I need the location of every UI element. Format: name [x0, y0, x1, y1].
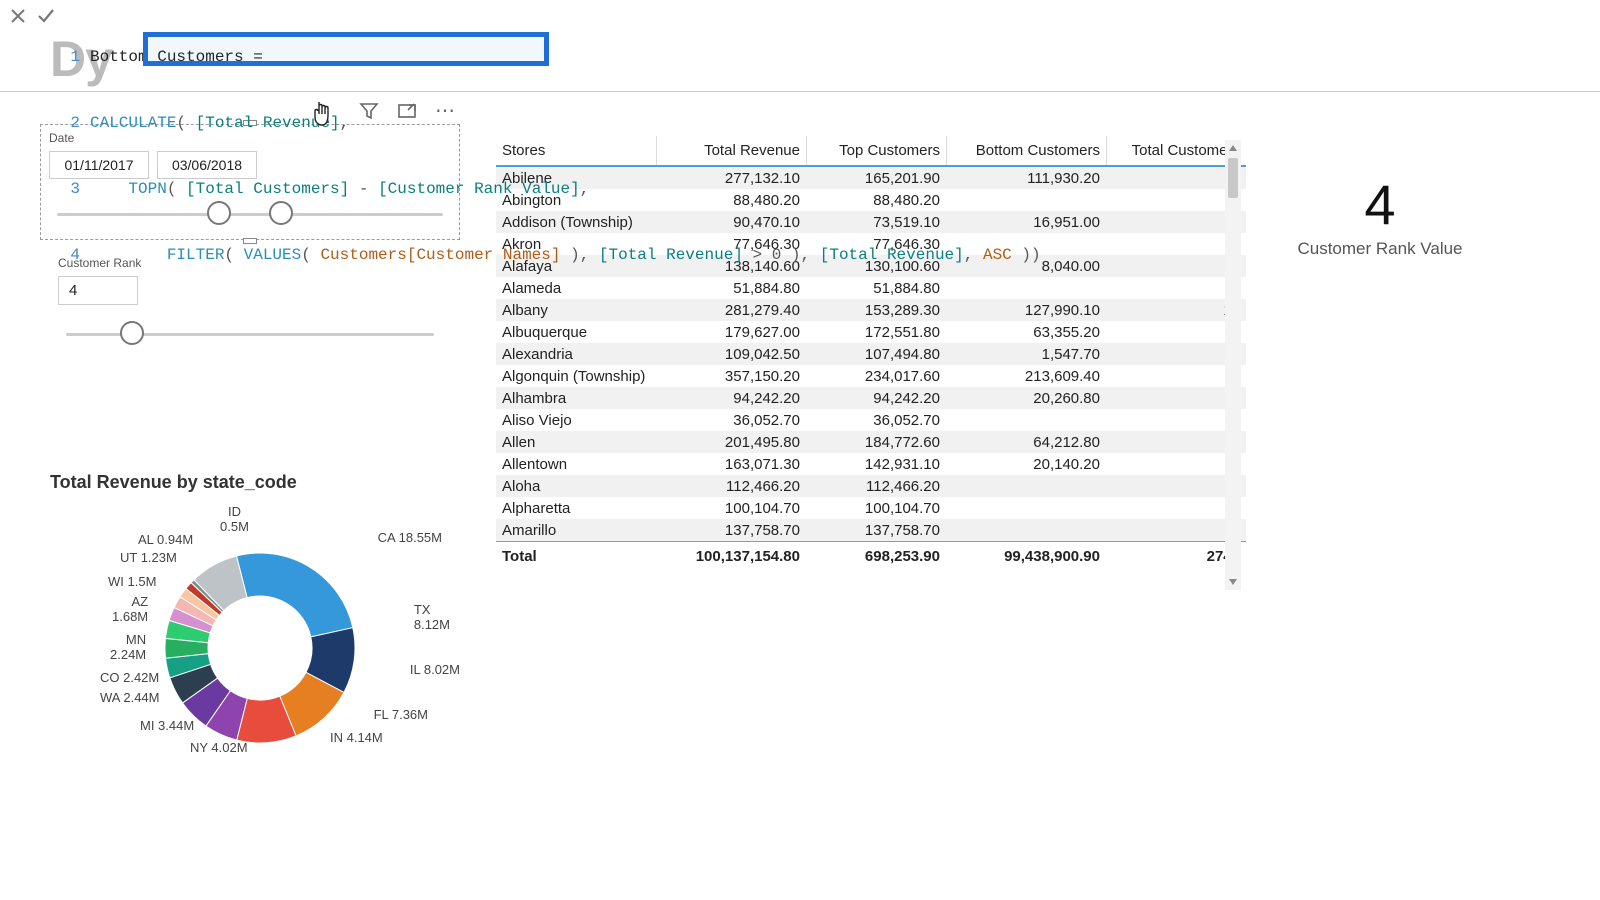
- cursor-hand-icon: [310, 100, 336, 133]
- donut-label-CO: CO 2.42M: [100, 670, 159, 685]
- donut-label-IN: IN 4.14M: [330, 730, 383, 745]
- table-row[interactable]: Albuquerque179,627.00172,551.8063,355.20…: [496, 321, 1246, 343]
- table-row[interactable]: Allentown163,071.30142,931.1020,140.207: [496, 453, 1246, 475]
- formula-actions: [4, 2, 64, 26]
- card-label: Customer Rank Value: [1280, 239, 1480, 259]
- commit-icon[interactable]: [36, 6, 56, 26]
- cancel-icon[interactable]: [8, 6, 28, 26]
- table-row[interactable]: Amarillo137,758.70137,758.704: [496, 519, 1246, 541]
- table-row[interactable]: Alexandria109,042.50107,494.801,547.705: [496, 343, 1246, 365]
- donut-label-UT: UT 1.23M: [120, 550, 177, 565]
- donut-label-AZ: AZ1.68M: [112, 594, 148, 624]
- dax-editor[interactable]: 1Bottom Customers = 2CALCULATE( [Total R…: [64, 2, 1041, 310]
- customer-rank-card[interactable]: 4 Customer Rank Value: [1280, 172, 1480, 259]
- table-row[interactable]: Alhambra94,242.2094,242.2020,260.805: [496, 387, 1246, 409]
- donut-label-TX: TXTX 8.12M8.12M: [414, 602, 450, 632]
- donut-label-WI: WI 1.5M: [108, 574, 156, 589]
- donut-label-AL: AL 0.94M: [138, 532, 193, 547]
- donut-label-MN: MN2.24M: [110, 632, 146, 662]
- donut-title: Total Revenue by state_code: [50, 472, 470, 493]
- scrollbar-thumb[interactable]: [1228, 158, 1238, 198]
- donut-label-ID: ID0.5M: [220, 504, 249, 534]
- donut-label-NY: NY 4.02M: [190, 740, 248, 755]
- rank-slider[interactable]: [66, 313, 434, 353]
- table-row[interactable]: Aloha112,466.20112,466.204: [496, 475, 1246, 497]
- rank-slider-thumb[interactable]: [120, 321, 144, 345]
- card-value: 4: [1280, 172, 1480, 237]
- donut-label-FL: FL 7.36M: [374, 707, 428, 722]
- donut-label-MI: MI 3.44M: [140, 718, 194, 733]
- donut-chart[interactable]: Total Revenue by state_code CA 18.55M TX…: [50, 472, 470, 802]
- formula-bar: Dy 1Bottom Customers = 2CALCULATE( [Tota…: [0, 0, 1600, 92]
- donut-slice-CA[interactable]: [236, 553, 352, 637]
- donut-label-WA: WA 2.44M: [100, 690, 159, 705]
- table-row[interactable]: Allen201,495.80184,772.6064,212.807: [496, 431, 1246, 453]
- table-row[interactable]: Alpharetta100,104.70100,104.704: [496, 497, 1246, 519]
- table-row[interactable]: Aliso Viejo36,052.7036,052.702: [496, 409, 1246, 431]
- table-row[interactable]: Algonquin (Township)357,150.20234,017.60…: [496, 365, 1246, 387]
- donut-label-CA: CA 18.55M: [378, 530, 442, 545]
- donut-label-IL: IL 8.02M: [410, 662, 460, 677]
- table-scrollbar[interactable]: [1225, 140, 1241, 590]
- table-total-row: Total 100,137,154.80 698,253.90 99,438,9…: [496, 541, 1246, 569]
